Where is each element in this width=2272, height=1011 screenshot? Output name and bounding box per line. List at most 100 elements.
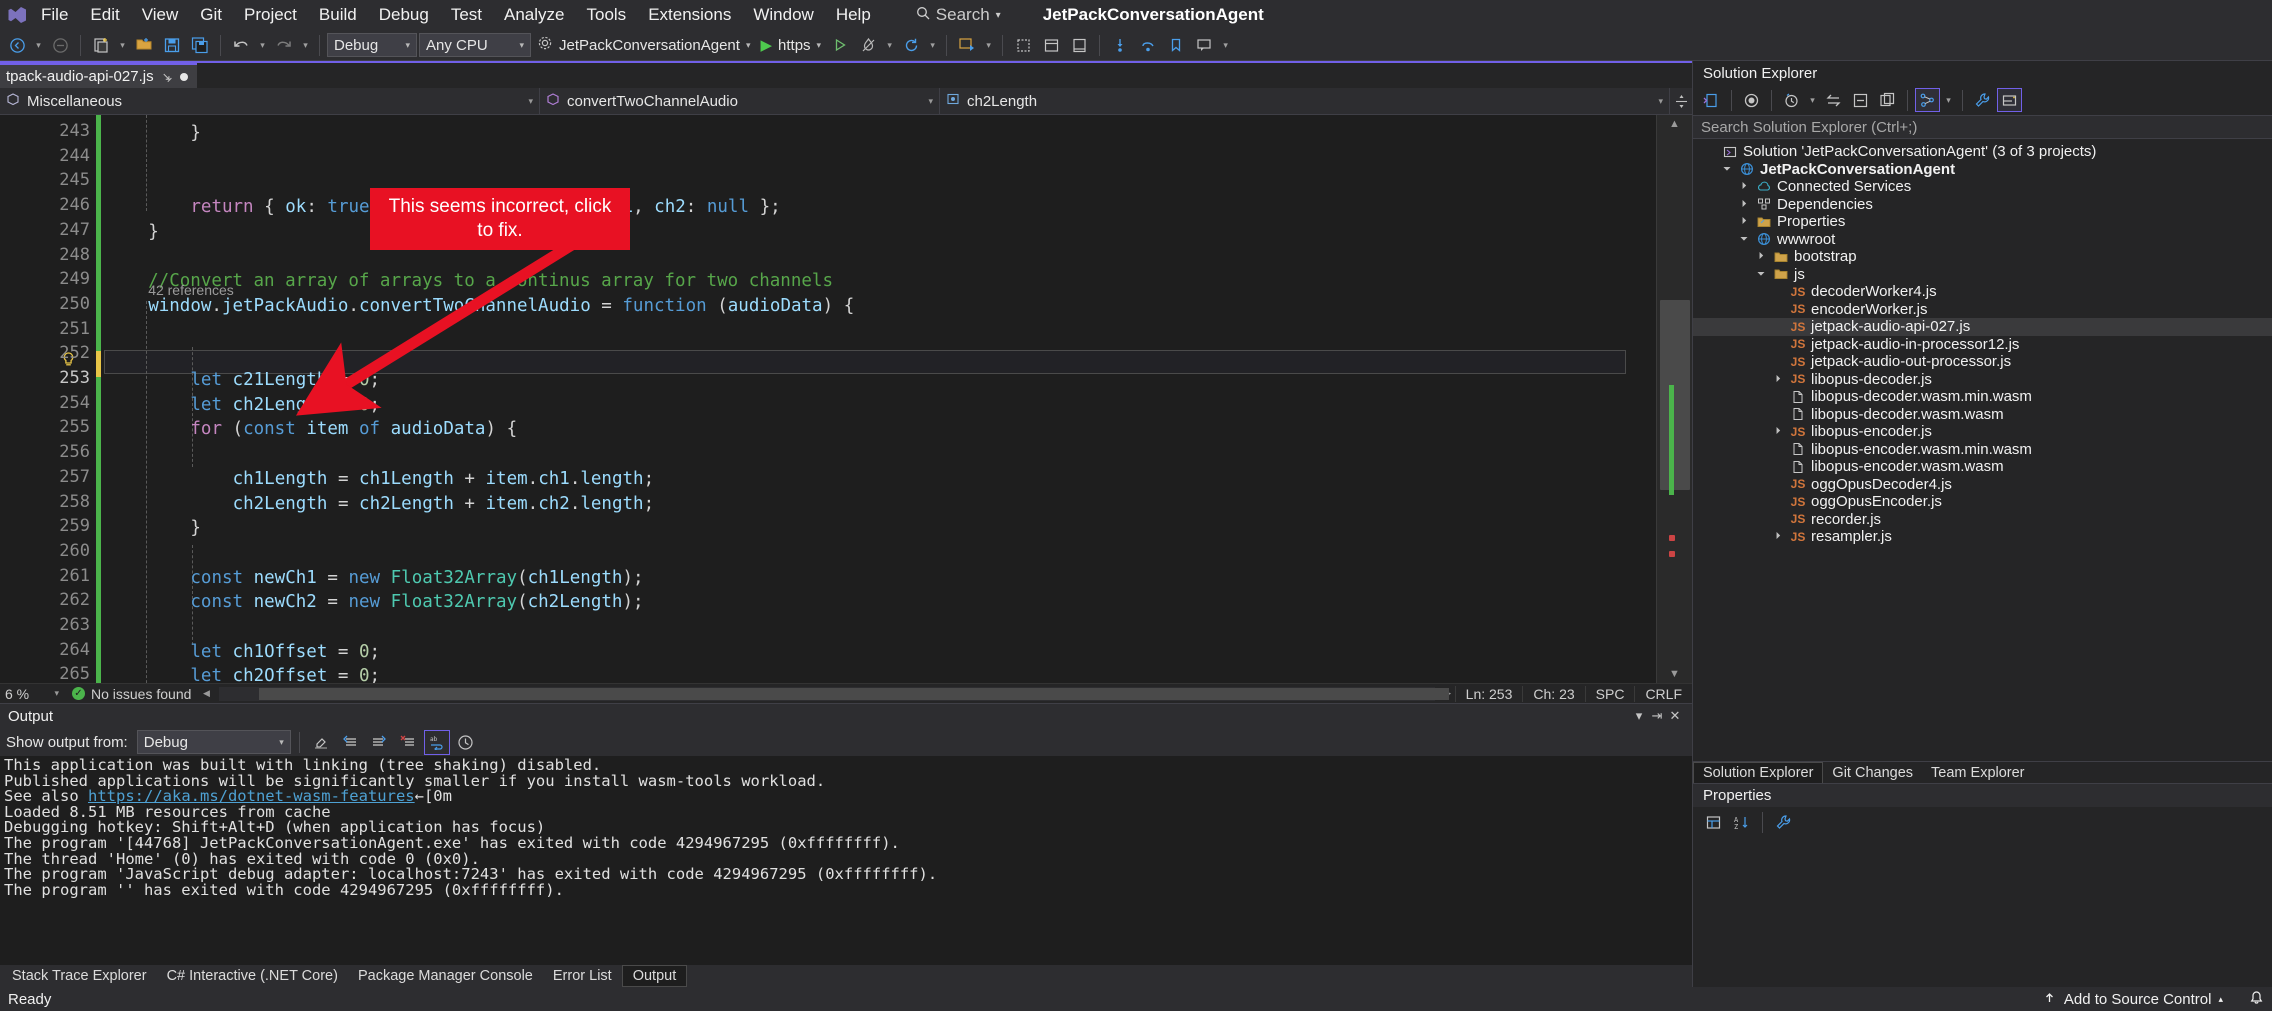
sync-with-active-document-icon[interactable] — [1821, 88, 1846, 112]
menu-item-project[interactable]: Project — [233, 2, 308, 28]
hot-reload-chevron-down-icon[interactable]: ▾ — [883, 33, 896, 58]
chevron-right-icon[interactable]: ⏵ — [1754, 251, 1768, 262]
collapse-all-icon[interactable] — [1848, 88, 1873, 112]
solution-tree-item[interactable]: ⏵ Properties — [1693, 213, 2272, 231]
bottom-tab-stack-trace-explorer[interactable]: Stack Trace Explorer — [2, 966, 157, 986]
nav-type-dropdown[interactable]: convertTwoChannelAudio ▾ — [540, 87, 940, 115]
solution-tree-item[interactable]: libopus-encoder.wasm.min.wasm — [1693, 441, 2272, 459]
solution-tree-item[interactable]: ⏵ bootstrap — [1693, 248, 2272, 266]
output-source-combo[interactable]: Debug ▾ — [136, 730, 291, 754]
solution-tree-item[interactable]: ⏵ JS libopus-decoder.js — [1693, 371, 2272, 389]
pending-changes-icon[interactable] — [1739, 88, 1764, 112]
go-to-next-icon[interactable] — [366, 730, 392, 755]
save-all-icon[interactable] — [187, 33, 213, 58]
code-line[interactable]: let ch2Length = 0; — [106, 393, 380, 418]
solution-tree-item[interactable]: ⏷ wwwroot — [1693, 231, 2272, 249]
code-view-icon[interactable] — [1699, 88, 1724, 112]
live-preview-icon[interactable] — [954, 33, 980, 58]
solution-tree-item[interactable]: JS jetpack-audio-out-processor.js — [1693, 353, 2272, 371]
editor-tab-active[interactable]: tpack-audio-api-027.js ⇥ — [0, 63, 197, 88]
bottom-tab-error-list[interactable]: Error List — [543, 966, 622, 986]
chevron-down-icon[interactable]: ⏷ — [1720, 164, 1734, 175]
new-item-chevron-down-icon[interactable]: ▾ — [116, 33, 129, 58]
pin-icon[interactable]: ⇥ — [1648, 708, 1666, 724]
chevron-right-icon[interactable]: ⏵ — [1737, 181, 1751, 192]
solution-tree-item[interactable]: ⏵ JS resampler.js — [1693, 528, 2272, 546]
save-icon[interactable] — [159, 33, 185, 58]
solution-tree[interactable]: Solution 'JetPackConversationAgent' (3 o… — [1693, 139, 2272, 761]
device-preview-icon[interactable] — [1066, 33, 1092, 58]
solution-tree-item[interactable]: libopus-decoder.wasm.min.wasm — [1693, 388, 2272, 406]
undo-icon[interactable] — [228, 33, 254, 58]
step-over-icon[interactable] — [1135, 33, 1161, 58]
back-history-chevron-down-icon[interactable]: ▾ — [32, 33, 45, 58]
restart-icon[interactable] — [898, 33, 924, 58]
bottom-tab-csharp-interactive[interactable]: C# Interactive (.NET Core) — [157, 966, 348, 986]
global-search[interactable]: Search ▾ — [916, 5, 1001, 25]
nav-member-dropdown[interactable]: ch2Length ▾ — [940, 87, 1670, 115]
menu-item-help[interactable]: Help — [825, 2, 882, 28]
property-pages-icon[interactable] — [1771, 810, 1796, 834]
solution-tree-item[interactable]: JS encoderWorker.js — [1693, 301, 2272, 319]
navigate-forward-icon[interactable] — [47, 33, 73, 58]
scroll-left-icon[interactable]: ◀ — [199, 688, 213, 699]
chevron-right-icon[interactable]: ⏵ — [1771, 426, 1785, 437]
solution-tree-item[interactable]: JS oggOpusDecoder4.js — [1693, 476, 2272, 494]
categorized-icon[interactable] — [1701, 810, 1726, 834]
properties-view-chevron-down-icon[interactable]: ▾ — [1942, 88, 1955, 113]
alphabetical-sort-icon[interactable]: AZ — [1729, 810, 1754, 834]
solution-tree-item[interactable]: Solution 'JetPackConversationAgent' (3 o… — [1693, 143, 2272, 161]
close-icon[interactable]: ✕ — [1666, 708, 1684, 724]
vertical-scrollbar[interactable]: ▲ ▼ — [1656, 115, 1692, 683]
undo-chevron-down-icon[interactable]: ▾ — [256, 33, 269, 58]
redo-icon[interactable] — [271, 33, 297, 58]
menu-item-window[interactable]: Window — [742, 2, 824, 28]
code-text-area[interactable]: } return { ok: true, errMsg: '', ch1: ne… — [100, 115, 1656, 683]
menu-item-file[interactable]: File — [30, 2, 79, 28]
open-file-icon[interactable] — [131, 33, 157, 58]
tab-team-explorer[interactable]: Team Explorer — [1922, 763, 2033, 783]
navigate-back-icon[interactable] — [4, 33, 30, 58]
codelens-references[interactable]: 42 references — [148, 278, 234, 303]
horizontal-scroll-thumb[interactable] — [259, 687, 1450, 700]
code-line[interactable]: let ch2Offset = 0; — [106, 664, 380, 683]
history-chevron-down-icon[interactable]: ▾ — [1806, 88, 1819, 113]
chevron-right-icon[interactable]: ⏵ — [1771, 531, 1785, 542]
menu-item-debug[interactable]: Debug — [368, 2, 440, 28]
comment-chevron-down-icon[interactable]: ▾ — [1219, 33, 1232, 58]
tab-git-changes[interactable]: Git Changes — [1823, 763, 1922, 783]
solution-tree-item[interactable]: JS jetpack-audio-in-processor12.js — [1693, 336, 2272, 354]
solution-tree-item[interactable]: JS recorder.js — [1693, 511, 2272, 529]
notifications-icon[interactable] — [2239, 990, 2264, 1009]
scroll-down-icon[interactable]: ▼ — [1657, 665, 1692, 683]
float-icon[interactable]: ▾ — [1630, 708, 1648, 724]
go-to-previous-icon[interactable] — [337, 730, 363, 755]
code-line[interactable]: ch2Length = ch2Length + item.ch2.length; — [106, 492, 655, 517]
chevron-right-icon[interactable]: ⏵ — [1771, 374, 1785, 385]
solution-tree-item[interactable]: ⏵ JS libopus-encoder.js — [1693, 423, 2272, 441]
clear-pane-icon[interactable] — [395, 730, 421, 755]
solution-tree-item[interactable]: ⏷ JetPackConversationAgent — [1693, 161, 2272, 179]
live-preview-chevron-down-icon[interactable]: ▾ — [982, 33, 995, 58]
menu-item-git[interactable]: Git — [189, 2, 233, 28]
bottom-tab-package-manager-console[interactable]: Package Manager Console — [348, 966, 543, 986]
issues-indicator[interactable]: ✓ No issues found — [64, 686, 199, 702]
chevron-right-icon[interactable]: ⏵ — [1737, 216, 1751, 227]
menu-item-extensions[interactable]: Extensions — [637, 2, 742, 28]
code-line[interactable]: const newCh1 = new Float32Array(ch1Lengt… — [106, 566, 643, 591]
properties-view-icon[interactable] — [1915, 88, 1940, 112]
nav-project-dropdown[interactable]: Miscellaneous ▾ — [0, 87, 540, 115]
solution-tree-item[interactable]: ⏷ js — [1693, 266, 2272, 284]
play-outline-icon[interactable] — [827, 33, 853, 58]
menu-item-edit[interactable]: Edit — [79, 2, 130, 28]
code-line[interactable]: for (const item of audioData) { — [106, 417, 517, 442]
step-into-icon[interactable] — [1107, 33, 1133, 58]
chevron-right-icon[interactable]: ⏵ — [1737, 199, 1751, 210]
code-line[interactable]: let c21Length = 0; — [106, 368, 380, 393]
solution-configuration-combo[interactable]: Debug ▾ — [327, 33, 417, 57]
scroll-thumb[interactable] — [1660, 300, 1690, 490]
solution-tree-item[interactable]: ⏵ Connected Services — [1693, 178, 2272, 196]
editor-gutter[interactable]: 243 244 245 246 247 248 249 250 251 252 253 254 255 2… — [0, 115, 101, 683]
wrench-icon[interactable] — [1970, 88, 1995, 112]
code-line[interactable]: let ch1Offset = 0; — [106, 640, 380, 665]
